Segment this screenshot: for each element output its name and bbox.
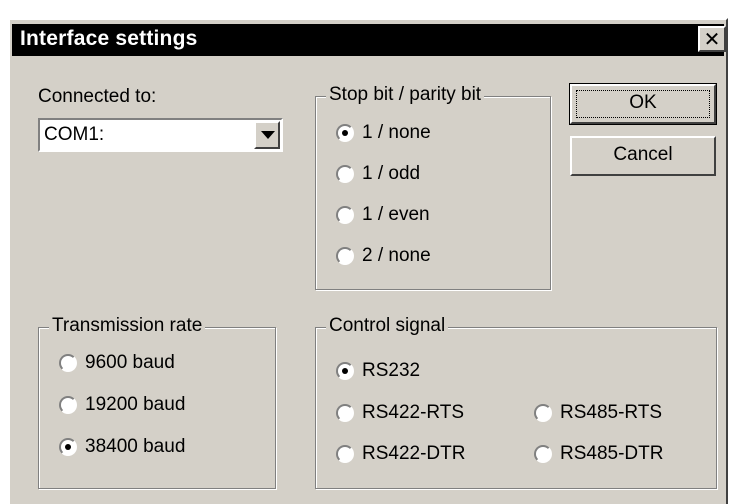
radio-label: 1 / even [362,204,430,225]
cancel-button[interactable]: Cancel [570,136,716,176]
transmission-rate-legend: Transmission rate [49,315,206,337]
chevron-down-icon[interactable] [254,121,280,149]
radio-unchecked-icon [336,404,354,422]
radio-label: 2 / none [362,245,431,266]
radio-label: 9600 baud [85,352,175,373]
radio-label: RS232 [362,360,421,381]
radio-label: 1 / odd [362,163,421,184]
radio-checked-icon [336,124,354,142]
radio-label: RS485-DTR [560,443,664,464]
ok-button[interactable]: OK [569,83,717,125]
radio-unchecked-icon [534,404,552,422]
dialog-title: Interface settings [20,27,198,50]
radio-checked-icon [59,438,77,456]
radio-unchecked-icon [336,206,354,224]
radio-label: RS422-DTR [362,443,466,464]
radio-checked-icon [336,362,354,380]
interface-settings-dialog: Interface settings ✕ Connected to: COM1:… [8,18,728,504]
connected-to-dropdown[interactable]: COM1: [38,118,283,152]
radio-label: 19200 baud [85,394,186,415]
radio-unchecked-icon [534,445,552,463]
transmission-rate-group: Transmission rate 9600 baud 19200 baud 3… [38,315,276,489]
close-icon[interactable]: ✕ [698,26,726,52]
radio-unchecked-icon [336,445,354,463]
radio-label: 1 / none [362,122,431,143]
stop-parity-group: Stop bit / parity bit 1 / none 1 / odd 1… [315,84,551,290]
ok-label: OK [629,92,657,113]
radio-unchecked-icon [336,247,354,265]
radio-label: 38400 baud [85,436,186,457]
connected-to-value: COM1: [44,124,105,145]
cancel-label: Cancel [613,144,673,165]
radio-label: RS422-RTS [362,402,465,423]
control-signal-legend: Control signal [326,315,449,337]
stop-parity-legend: Stop bit / parity bit [326,84,485,106]
title-bar[interactable]: Interface settings ✕ [12,24,726,56]
control-signal-group: Control signal RS232 RS422-RTS RS485-RTS… [315,315,717,489]
radio-unchecked-icon [336,165,354,183]
radio-label: RS485-RTS [560,402,663,423]
radio-unchecked-icon [59,396,77,414]
radio-unchecked-icon [59,354,77,372]
connected-to-label: Connected to: [38,86,157,107]
